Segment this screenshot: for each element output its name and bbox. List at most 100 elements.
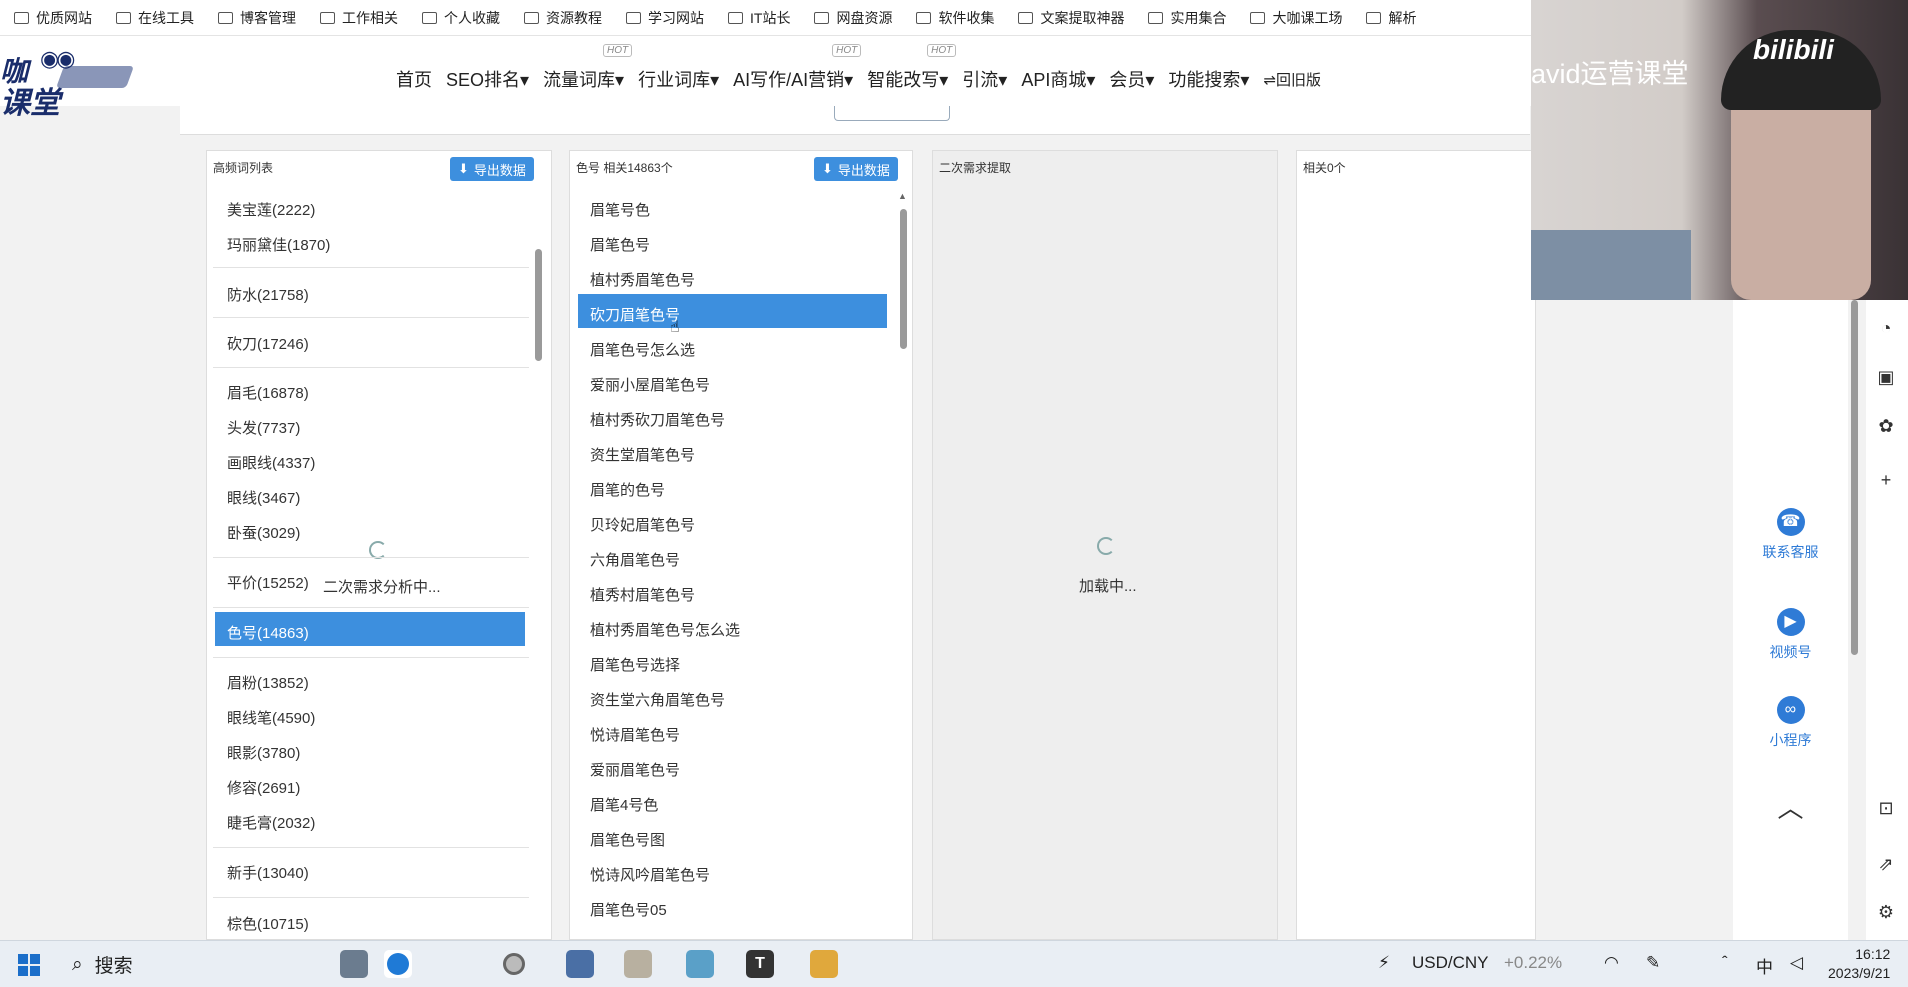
- keyword-item[interactable]: 头发(7737): [227, 417, 300, 438]
- extension-icon[interactable]: ✿: [1874, 414, 1898, 438]
- chrome-icon[interactable]: [500, 950, 528, 978]
- related-word-item[interactable]: 眉笔色号怎么选: [590, 339, 695, 360]
- pen-icon[interactable]: ✎: [1646, 953, 1660, 973]
- related-word-item[interactable]: 砍刀眉笔色号: [590, 304, 680, 325]
- keyword-item[interactable]: 卧蚕(3029): [227, 522, 300, 543]
- nav-traffic-drive[interactable]: 引流▾: [962, 66, 1007, 92]
- nav-api-store[interactable]: API商城▾: [1021, 66, 1095, 92]
- related-word-item[interactable]: 植村秀砍刀眉笔色号: [590, 409, 725, 430]
- nav-industry-words[interactable]: 行业词库▾: [638, 66, 719, 92]
- bookmark-item[interactable]: 文案提取神器: [1018, 8, 1124, 28]
- nav-traffic-words[interactable]: 流量词库▾ HOT: [543, 44, 633, 92]
- related-word-item[interactable]: 爱丽眉笔色号: [590, 759, 680, 780]
- bookmark-item[interactable]: 资源教程: [524, 8, 602, 28]
- keyword-item[interactable]: 防水(21758): [227, 284, 309, 305]
- related-word-item[interactable]: 爱丽小屋眉笔色号: [590, 374, 710, 395]
- keyword-item[interactable]: 眼线(3467): [227, 487, 300, 508]
- bookmark-item[interactable]: 大咖课工场: [1250, 8, 1342, 28]
- tray-chevron-icon[interactable]: ˆ: [1722, 953, 1728, 973]
- related-word-item[interactable]: 悦诗眉笔色号: [590, 724, 680, 745]
- export-button[interactable]: ⬇ 导出数据: [450, 157, 534, 181]
- contact-service-button[interactable]: ☎ 联系客服: [1733, 508, 1848, 562]
- related-word-item[interactable]: 眉笔色号05: [590, 899, 667, 920]
- taskbar-search[interactable]: ⌕ 搜索: [72, 951, 133, 978]
- ime-indicator[interactable]: 中: [1756, 953, 1773, 978]
- keyword-item[interactable]: 砍刀(17246): [227, 333, 309, 354]
- related-word-item[interactable]: 眉笔4号色: [590, 794, 658, 815]
- keyword-item[interactable]: 棕色(10715): [227, 913, 309, 934]
- taskbar-app-blue[interactable]: [566, 950, 594, 978]
- keyword-item[interactable]: 睫毛膏(2032): [227, 812, 315, 833]
- back-to-top-icon[interactable]: ︿: [1733, 788, 1848, 825]
- network-icon[interactable]: ⚡: [1378, 953, 1390, 973]
- nav-old-version[interactable]: ⇌回旧版: [1263, 69, 1321, 90]
- bookmark-item[interactable]: 学习网站: [626, 8, 704, 28]
- external-link-icon[interactable]: ⇗: [1874, 852, 1898, 876]
- outlook-icon[interactable]: ▣: [1874, 365, 1898, 389]
- keyword-item[interactable]: 色号(14863): [227, 622, 309, 643]
- bookmark-item[interactable]: 博客管理: [218, 8, 296, 28]
- scrollbar[interactable]: [900, 209, 907, 349]
- bookmark-item[interactable]: 网盘资源: [814, 8, 892, 28]
- subheader-tab[interactable]: [834, 106, 950, 121]
- nav-home[interactable]: 首页: [396, 66, 432, 92]
- taskbar-app-gear[interactable]: [686, 950, 714, 978]
- related-word-item[interactable]: 贝玲妃眉笔色号: [590, 514, 695, 535]
- keyword-item[interactable]: 新手(13040): [227, 862, 309, 883]
- taskbar-app-person[interactable]: [340, 950, 368, 978]
- keyword-item[interactable]: 玛丽黛佳(1870): [227, 234, 330, 255]
- typora-icon[interactable]: T: [746, 950, 774, 978]
- related-word-item[interactable]: 资生堂六角眉笔色号: [590, 689, 725, 710]
- export-button[interactable]: ⬇ 导出数据: [814, 157, 898, 181]
- volume-icon[interactable]: ◁: [1790, 953, 1803, 973]
- keyword-item[interactable]: 美宝莲(2222): [227, 199, 315, 220]
- nav-feature-search[interactable]: 功能搜索▾: [1168, 66, 1249, 92]
- keyword-item[interactable]: 眉粉(13852): [227, 672, 309, 693]
- page-scrollbar[interactable]: [1851, 300, 1858, 655]
- scrollbar[interactable]: [535, 249, 542, 361]
- related-word-item[interactable]: 六角眉笔色号: [590, 549, 680, 570]
- keyword-item[interactable]: 眼影(3780): [227, 742, 300, 763]
- add-icon[interactable]: +: [1874, 468, 1898, 492]
- edge-browser-icon[interactable]: [384, 950, 412, 978]
- keyword-item[interactable]: 平价(15252): [227, 572, 309, 593]
- clock[interactable]: 16:12 2023/9/21: [1828, 945, 1890, 983]
- keyword-item[interactable]: 画眼线(4337): [227, 452, 315, 473]
- nav-member[interactable]: 会员▾: [1109, 66, 1154, 92]
- related-word-item[interactable]: 资生堂眉笔色号: [590, 444, 695, 465]
- settings-gear-icon[interactable]: ⚙: [1874, 900, 1898, 924]
- related-word-item[interactable]: 植秀村眉笔色号: [590, 584, 695, 605]
- bookmark-item[interactable]: 个人收藏: [422, 8, 500, 28]
- keyword-item[interactable]: 眼线笔(4590): [227, 707, 315, 728]
- keyword-item[interactable]: 眉毛(16878): [227, 382, 309, 403]
- bookmark-item[interactable]: IT站长: [728, 8, 790, 28]
- currency-pair[interactable]: USD/CNY: [1412, 953, 1489, 973]
- related-word-item[interactable]: 眉笔色号图: [590, 829, 665, 850]
- bookmark-item[interactable]: 工作相关: [320, 8, 398, 28]
- copilot-icon[interactable]: ◔: [1874, 316, 1898, 340]
- related-word-item[interactable]: 眉笔的色号: [590, 479, 665, 500]
- mini-program-button[interactable]: ∞ 小程序: [1733, 696, 1848, 750]
- bookmark-item[interactable]: 软件收集: [916, 8, 994, 28]
- bookmark-item[interactable]: 解析: [1366, 8, 1416, 28]
- screenshot-icon[interactable]: ⊡: [1874, 796, 1898, 820]
- scroll-up-icon[interactable]: ▲: [898, 191, 907, 201]
- nav-rewrite[interactable]: 智能改写▾ HOT: [867, 44, 957, 92]
- nav-seo-rank[interactable]: SEO排名▾: [446, 66, 529, 92]
- file-explorer-icon[interactable]: [810, 950, 838, 978]
- wifi-icon[interactable]: ◠: [1604, 953, 1619, 973]
- related-word-item[interactable]: 眉笔号色: [590, 199, 650, 220]
- related-word-item[interactable]: 植村秀眉笔色号: [590, 269, 695, 290]
- windows-start-icon[interactable]: [18, 954, 40, 976]
- related-word-item[interactable]: 植村秀眉笔色号怎么选: [590, 619, 740, 640]
- site-logo[interactable]: 咖 ◉◉ 课堂: [0, 44, 135, 120]
- related-word-item[interactable]: 悦诗风吟眉笔色号: [590, 864, 710, 885]
- taskbar-app-grey[interactable]: [624, 950, 652, 978]
- related-word-item[interactable]: 眉笔色号: [590, 234, 650, 255]
- bookmark-item[interactable]: 在线工具: [116, 8, 194, 28]
- nav-ai-writing[interactable]: AI写作/AI营销▾ HOT: [733, 44, 862, 92]
- bookmark-item[interactable]: 优质网站: [14, 8, 92, 28]
- bookmark-item[interactable]: 实用集合: [1148, 8, 1226, 28]
- keyword-item[interactable]: 修容(2691): [227, 777, 300, 798]
- related-word-item[interactable]: 眉笔色号选择: [590, 654, 680, 675]
